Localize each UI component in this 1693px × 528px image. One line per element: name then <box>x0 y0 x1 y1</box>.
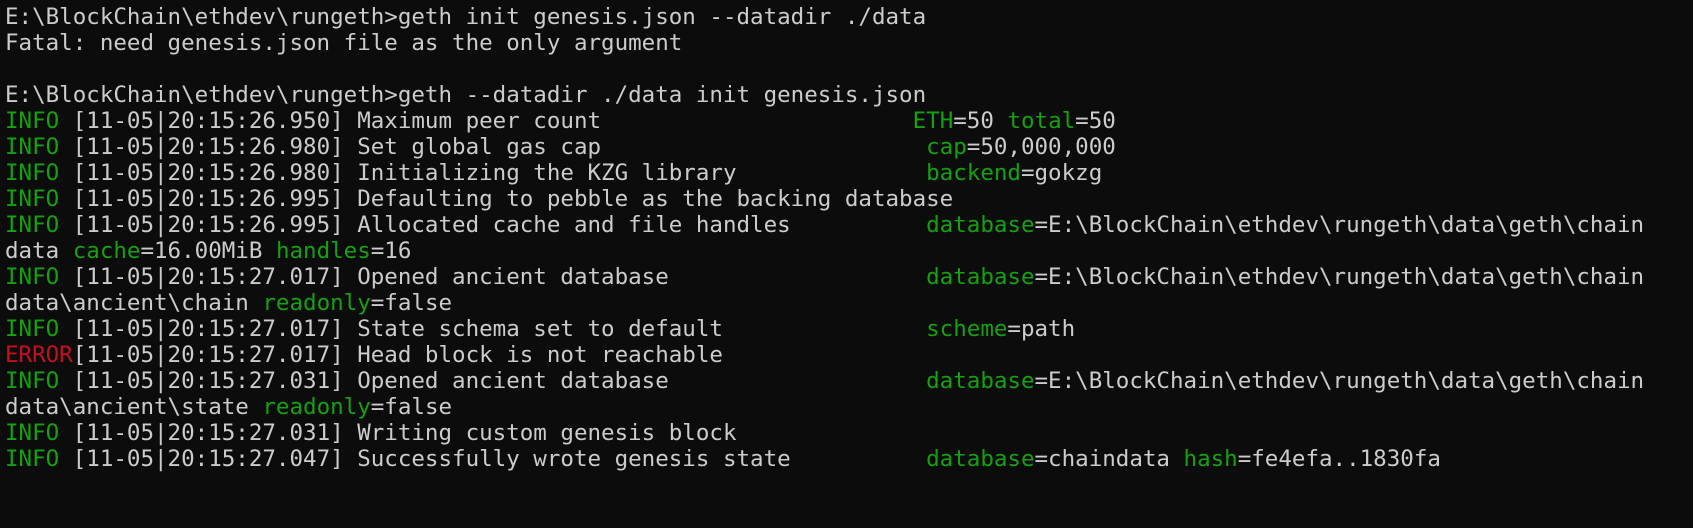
log-key: cap <box>926 134 967 160</box>
log-level-info: INFO <box>5 446 60 472</box>
log-key: total <box>1007 108 1076 134</box>
terminal-output[interactable]: E:\BlockChain\ethdev\rungeth>geth init g… <box>0 0 1693 528</box>
log-key: handles <box>275 238 371 264</box>
line-text: E:\BlockChain\ethdev\rungeth>geth --data… <box>5 82 927 108</box>
line-text: [11-05|20:15:26.950] Maximum peer count <box>59 108 913 134</box>
terminal-line: INFO [11-05|20:15:26.980] Set global gas… <box>5 134 1693 160</box>
log-key: database <box>926 368 1035 394</box>
log-level-info: INFO <box>5 420 60 446</box>
log-key: readonly <box>262 394 371 420</box>
log-key: hash <box>1183 446 1238 472</box>
line-text: =50 <box>953 108 1008 134</box>
line-text: =E:\BlockChain\ethdev\rungeth\data\geth\… <box>1034 264 1645 290</box>
line-text: [11-05|20:15:26.995] Defaulting to pebbl… <box>59 186 954 212</box>
log-level-info: INFO <box>5 368 60 394</box>
log-key: cache <box>72 238 141 264</box>
line-text: =16 <box>370 238 412 264</box>
line-text: data\ancient\chain <box>5 290 263 316</box>
terminal-line: INFO [11-05|20:15:27.031] Opened ancient… <box>5 368 1693 394</box>
line-text: =false <box>370 394 453 420</box>
line-text: =16.00MiB <box>140 238 276 264</box>
line-text: E:\BlockChain\ethdev\rungeth>geth init g… <box>5 4 927 30</box>
line-text: [11-05|20:15:26.980] Initializing the KZ… <box>59 160 927 186</box>
line-text: [11-05|20:15:27.017] Opened ancient data… <box>59 264 927 290</box>
log-level-info: INFO <box>5 134 60 160</box>
terminal-line: data\ancient\chain readonly=false <box>5 290 1693 316</box>
line-text: [11-05|20:15:27.017] State schema set to… <box>59 316 927 342</box>
line-text: =gokzg <box>1020 160 1103 186</box>
terminal-line: ERROR[11-05|20:15:27.017] Head block is … <box>5 342 1693 368</box>
terminal-line: data\ancient\state readonly=false <box>5 394 1693 420</box>
line-text: [11-05|20:15:26.980] Set global gas cap <box>59 134 927 160</box>
log-key: database <box>926 264 1035 290</box>
terminal-line: E:\BlockChain\ethdev\rungeth>geth init g… <box>5 4 1693 30</box>
line-text: =E:\BlockChain\ethdev\rungeth\data\geth\… <box>1034 368 1645 394</box>
terminal-line: INFO [11-05|20:15:26.950] Maximum peer c… <box>5 108 1693 134</box>
line-text: [11-05|20:15:27.031] Opened ancient data… <box>59 368 927 394</box>
log-level-info: INFO <box>5 108 60 134</box>
line-text: data <box>5 238 73 264</box>
terminal-line: INFO [11-05|20:15:27.031] Writing custom… <box>5 420 1693 446</box>
terminal-line: INFO [11-05|20:15:26.980] Initializing t… <box>5 160 1693 186</box>
line-text: [11-05|20:15:27.047] Successfully wrote … <box>59 446 927 472</box>
log-level-info: INFO <box>5 186 60 212</box>
log-key: scheme <box>926 316 1008 342</box>
line-text: [11-05|20:15:26.995] Allocated cache and… <box>59 212 927 238</box>
terminal-line: data cache=16.00MiB handles=16 <box>5 238 1693 264</box>
line-text: =chaindata <box>1034 446 1184 472</box>
terminal-line: INFO [11-05|20:15:26.995] Defaulting to … <box>5 186 1693 212</box>
line-text: =50,000,000 <box>966 134 1116 160</box>
terminal-line: INFO [11-05|20:15:27.017] Opened ancient… <box>5 264 1693 290</box>
log-level-info: INFO <box>5 264 60 290</box>
log-key: readonly <box>262 290 371 316</box>
log-key: database <box>926 446 1035 472</box>
terminal-line: INFO [11-05|20:15:27.047] Successfully w… <box>5 446 1693 472</box>
terminal-line: INFO [11-05|20:15:26.995] Allocated cach… <box>5 212 1693 238</box>
log-level-info: INFO <box>5 160 60 186</box>
line-text: =E:\BlockChain\ethdev\rungeth\data\geth\… <box>1034 212 1645 238</box>
line-text: =50 <box>1075 108 1116 134</box>
terminal-line: Fatal: need genesis.json file as the onl… <box>5 30 1693 56</box>
log-key: database <box>926 212 1035 238</box>
log-level-info: INFO <box>5 316 60 342</box>
terminal-line: E:\BlockChain\ethdev\rungeth>geth --data… <box>5 82 1693 108</box>
line-text: [11-05|20:15:27.017] Head block is not r… <box>72 342 723 368</box>
log-key: backend <box>926 160 1021 186</box>
line-text: =false <box>370 290 453 316</box>
log-key: ETH <box>912 108 954 134</box>
line-text: =path <box>1007 316 1076 342</box>
line-text: =fe4efa..1830fa <box>1237 446 1441 472</box>
log-level-error: ERROR <box>5 342 73 368</box>
line-text: Fatal: need genesis.json file as the onl… <box>5 30 683 56</box>
terminal-line: INFO [11-05|20:15:27.017] State schema s… <box>5 316 1693 342</box>
line-text: [11-05|20:15:27.031] Writing custom gene… <box>59 420 737 446</box>
line-text: data\ancient\state <box>5 394 263 420</box>
log-level-info: INFO <box>5 212 60 238</box>
